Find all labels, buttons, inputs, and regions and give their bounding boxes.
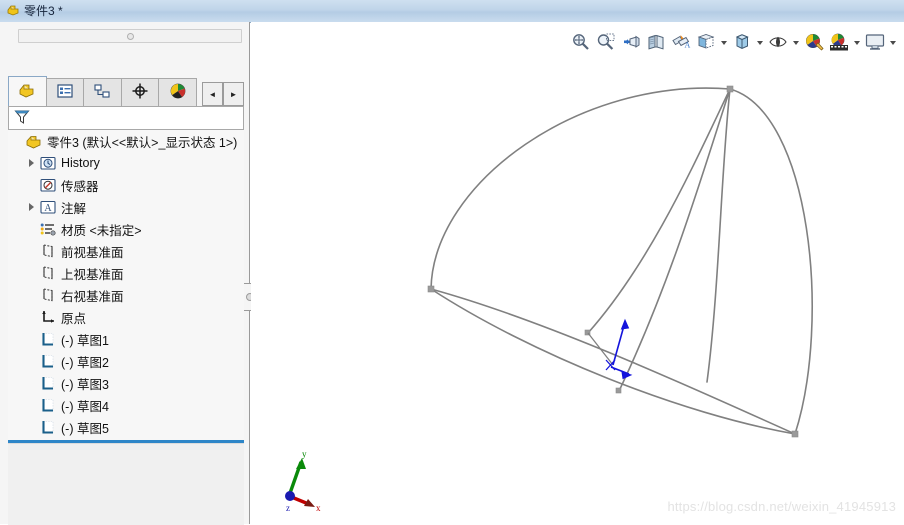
tree-item-root[interactable]: 零件3 (默认<<默认>_显示状态 1>) (8, 130, 244, 152)
tree-item-sketch3[interactable]: (-) 草图3 (8, 372, 244, 394)
tree-empty-area (8, 443, 244, 525)
tab-feature-manager[interactable] (8, 76, 47, 106)
watermark-text: https://blog.csdn.net/weixin_41945913 (667, 499, 896, 514)
tree-filter-row[interactable] (8, 106, 244, 130)
tree-toggle-annotations[interactable] (24, 203, 38, 211)
part-tree-icon (17, 81, 37, 102)
annotations-icon: A (38, 199, 58, 215)
tab-scroll-controls: ◄ ► (201, 76, 244, 106)
model-vertices (427, 85, 799, 438)
tab-scroll-left-button[interactable]: ◄ (201, 82, 223, 106)
property-list-icon (56, 83, 74, 102)
triad-y-label: y (302, 449, 307, 459)
coordinate-triad: y x z (285, 449, 321, 513)
tree-item-label: 材质 <未指定> (61, 223, 142, 238)
triad-z-label: z (286, 503, 290, 513)
graphics-viewport[interactable]: A y x z https://blog.csdn.net/weixin_419… (251, 22, 904, 524)
tree-item-top-plane[interactable]: 上视基准面 (8, 262, 244, 284)
feature-manager-panel: ◄ ► 零件3 (默认<<默认>_显示状态 1>) History 传感器 A … (0, 22, 250, 525)
tree-item-sketch1[interactable]: (-) 草图1 (8, 328, 244, 350)
tree-item-sketch5[interactable]: (-) 草图5 (8, 416, 244, 438)
tree-item-right-plane[interactable]: 右视基准面 (8, 284, 244, 306)
dome-wireframe-model[interactable] (251, 22, 904, 524)
sketch-icon (38, 419, 58, 435)
tree-item-front-plane[interactable]: 前视基准面 (8, 240, 244, 262)
material-icon (38, 221, 58, 237)
plane-icon (38, 287, 58, 303)
tree-item-label: 前视基准面 (61, 245, 124, 260)
filter-funnel-icon[interactable] (13, 108, 31, 129)
tree-item-label: 右视基准面 (61, 289, 124, 304)
crosshair-target-icon (131, 82, 149, 103)
tree-item-annotations[interactable]: A 注解 (8, 196, 244, 218)
tree-item-origin[interactable]: 原点 (8, 306, 244, 328)
sketch-icon (38, 397, 58, 413)
tree-item-history[interactable]: History (8, 152, 244, 174)
tree-item-label: 原点 (61, 311, 87, 326)
solidworks-window: 零件3 * ◄ ► 零件3 (默认<<默认>_显示状态 1>) History … (0, 0, 904, 525)
title-bar: 零件3 * (0, 0, 904, 23)
tree-item-sketch4[interactable]: (-) 草图4 (8, 394, 244, 416)
tab-configuration-manager[interactable] (83, 78, 122, 106)
sketch-icon (38, 375, 58, 391)
design-tree: 零件3 (默认<<默认>_显示状态 1>) History 传感器 A 注解 材… (8, 130, 244, 440)
panel-pin-dot (127, 33, 134, 40)
tab-property-manager[interactable] (45, 78, 85, 106)
plane-icon (38, 243, 58, 259)
tree-item-label: 注解 (61, 201, 87, 216)
tree-item-label: 上视基准面 (61, 267, 124, 282)
tree-item-label: (-) 草图4 (61, 399, 109, 414)
part-root-icon (24, 133, 44, 150)
tree-item-label: 零件3 (默认<<默认>_显示状态 1>) (47, 135, 238, 150)
history-folder-icon (38, 155, 58, 171)
svg-text:A: A (44, 203, 52, 214)
tab-dimxpert-manager[interactable] (120, 78, 160, 106)
configuration-icon (93, 83, 111, 102)
tree-item-label: History (61, 156, 100, 170)
window-title: 零件3 * (24, 4, 63, 18)
sketch-icon (38, 331, 58, 347)
tree-item-material[interactable]: 材质 <未指定> (8, 218, 244, 240)
tree-item-label: (-) 草图2 (61, 355, 109, 370)
origin-marker (605, 318, 633, 380)
manager-tab-strip: ◄ ► (8, 76, 244, 106)
triad-x-label: x (316, 503, 321, 513)
part-document-icon (6, 3, 20, 20)
sketch-icon (38, 353, 58, 369)
tab-display-manager[interactable] (158, 78, 197, 106)
tree-item-sensors[interactable]: 传感器 (8, 174, 244, 196)
color-sphere-icon (169, 82, 187, 103)
tree-toggle-history[interactable] (24, 159, 38, 167)
tree-item-sketch2[interactable]: (-) 草图2 (8, 350, 244, 372)
origin-icon (38, 309, 58, 325)
tab-scroll-right-button[interactable]: ► (222, 82, 244, 106)
tree-item-label: (-) 草图5 (61, 421, 109, 436)
tree-item-label: (-) 草图3 (61, 377, 109, 392)
sensors-icon (38, 177, 58, 193)
tree-item-label: (-) 草图1 (61, 333, 109, 348)
panel-grip[interactable] (18, 29, 242, 43)
tree-item-label: 传感器 (61, 179, 99, 194)
plane-icon (38, 265, 58, 281)
